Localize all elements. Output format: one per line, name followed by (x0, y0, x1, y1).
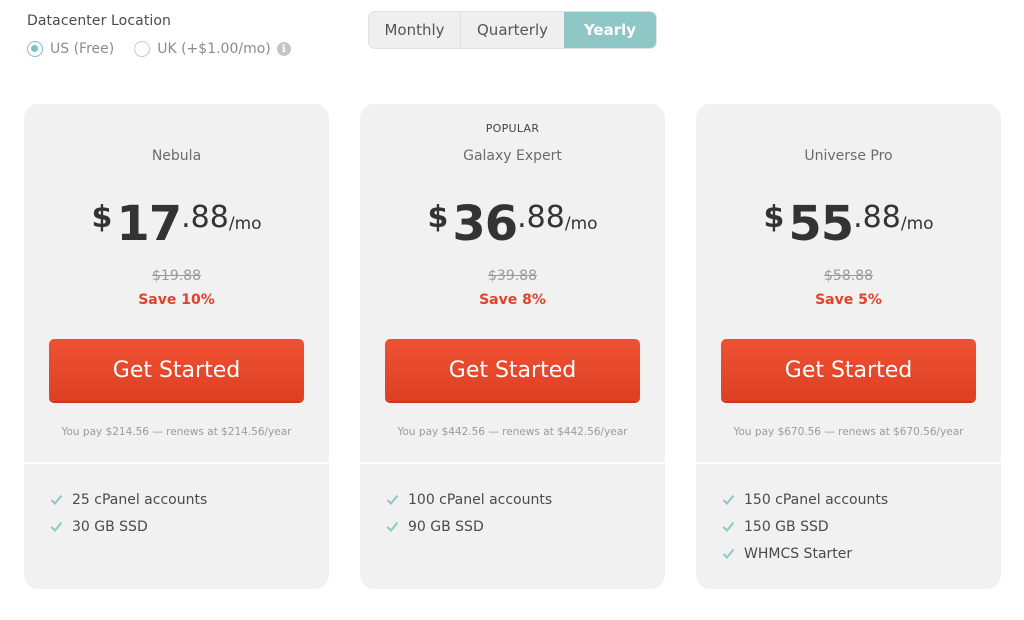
datacenter-option-uk-label: UK (+$1.00/mo) (157, 41, 271, 57)
feature-text: WHMCS Starter (744, 545, 853, 562)
feature-text: 90 GB SSD (408, 518, 484, 535)
radio-us[interactable] (27, 41, 43, 57)
price-period: /mo (900, 214, 934, 234)
feature-text: 100 cPanel accounts (408, 491, 553, 508)
datacenter-location: Datacenter Location US (Free) UK (+$1.00… (27, 13, 311, 57)
feature-text: 25 cPanel accounts (72, 491, 208, 508)
feature-text: 150 cPanel accounts (744, 491, 889, 508)
billing-option-monthly[interactable]: Monthly (369, 12, 461, 48)
price-dollars: 55 (788, 196, 854, 252)
price-cents: .88 (181, 200, 229, 235)
datacenter-option-us-label: US (Free) (50, 41, 115, 57)
original-price: $39.88 (488, 268, 537, 284)
price-dollars: 17 (116, 196, 182, 252)
plan-name: Nebula (151, 148, 202, 164)
price-period: /mo (228, 214, 262, 234)
get-started-button[interactable]: Get Started (721, 339, 976, 401)
discount-label: Save 5% (815, 292, 882, 308)
get-started-button[interactable]: Get Started (49, 339, 304, 401)
plan-card-universe-pro: Universe Pro $ 55 .88 /mo $58.88 Save 5%… (696, 104, 1001, 589)
check-icon (722, 493, 735, 506)
popular-badge: POPULAR (485, 122, 540, 135)
discount-label: Save 10% (138, 292, 215, 308)
renewal-note: You pay $670.56 — renews at $670.56/year (733, 426, 964, 438)
feature-item: 30 GB SSD (50, 513, 207, 540)
info-icon[interactable]: i (276, 42, 291, 56)
price-currency: $ (763, 200, 785, 235)
original-price: $58.88 (824, 268, 873, 284)
feature-item: WHMCS Starter (722, 540, 888, 567)
datacenter-option-uk[interactable]: UK (+$1.00/mo) i (134, 41, 291, 57)
feature-text: 150 GB SSD (744, 518, 829, 535)
check-icon (386, 493, 399, 506)
check-icon (386, 520, 399, 533)
get-started-button[interactable]: Get Started (385, 339, 640, 401)
card-divider (696, 462, 1001, 464)
check-icon (722, 520, 735, 533)
price-period: /mo (564, 214, 598, 234)
plan-name: Universe Pro (804, 148, 893, 164)
plan-price: $ 55 .88 /mo (696, 192, 1001, 256)
feature-item: 150 GB SSD (722, 513, 888, 540)
price-currency: $ (91, 200, 113, 235)
plan-card-nebula: Nebula $ 17 .88 /mo $19.88 Save 10% Get … (24, 104, 329, 589)
price-cents: .88 (853, 200, 901, 235)
original-price: $19.88 (152, 268, 201, 284)
feature-item: 150 cPanel accounts (722, 486, 888, 513)
check-icon (50, 493, 63, 506)
feature-list: 25 cPanel accounts 30 GB SSD (50, 486, 207, 540)
feature-item: 90 GB SSD (386, 513, 552, 540)
billing-period-toggle: Monthly Quarterly Yearly (368, 11, 657, 49)
billing-option-quarterly[interactable]: Quarterly (461, 12, 564, 48)
datacenter-option-us[interactable]: US (Free) (27, 41, 114, 57)
feature-list: 100 cPanel accounts 90 GB SSD (386, 486, 552, 540)
plan-name: Galaxy Expert (463, 148, 562, 164)
feature-list: 150 cPanel accounts 150 GB SSD WHMCS Sta… (722, 486, 888, 567)
renewal-note: You pay $442.56 — renews at $442.56/year (397, 426, 628, 438)
check-icon (722, 547, 735, 560)
check-icon (50, 520, 63, 533)
plan-card-galaxy-expert: POPULAR Galaxy Expert $ 36 .88 /mo $39.8… (360, 104, 665, 589)
card-divider (24, 462, 329, 464)
price-dollars: 36 (452, 196, 518, 252)
discount-label: Save 8% (479, 292, 546, 308)
feature-item: 100 cPanel accounts (386, 486, 552, 513)
price-currency: $ (427, 200, 449, 235)
radio-uk[interactable] (134, 41, 151, 57)
datacenter-location-title: Datacenter Location (27, 13, 172, 29)
billing-option-yearly[interactable]: Yearly (564, 12, 656, 48)
price-cents: .88 (517, 200, 565, 235)
renewal-note: You pay $214.56 — renews at $214.56/year (61, 426, 292, 438)
datacenter-radio-group: US (Free) UK (+$1.00/mo) i (27, 41, 311, 57)
feature-text: 30 GB SSD (72, 518, 148, 535)
feature-item: 25 cPanel accounts (50, 486, 207, 513)
plan-price: $ 36 .88 /mo (360, 192, 665, 256)
plan-price: $ 17 .88 /mo (24, 192, 329, 256)
card-divider (360, 462, 665, 464)
